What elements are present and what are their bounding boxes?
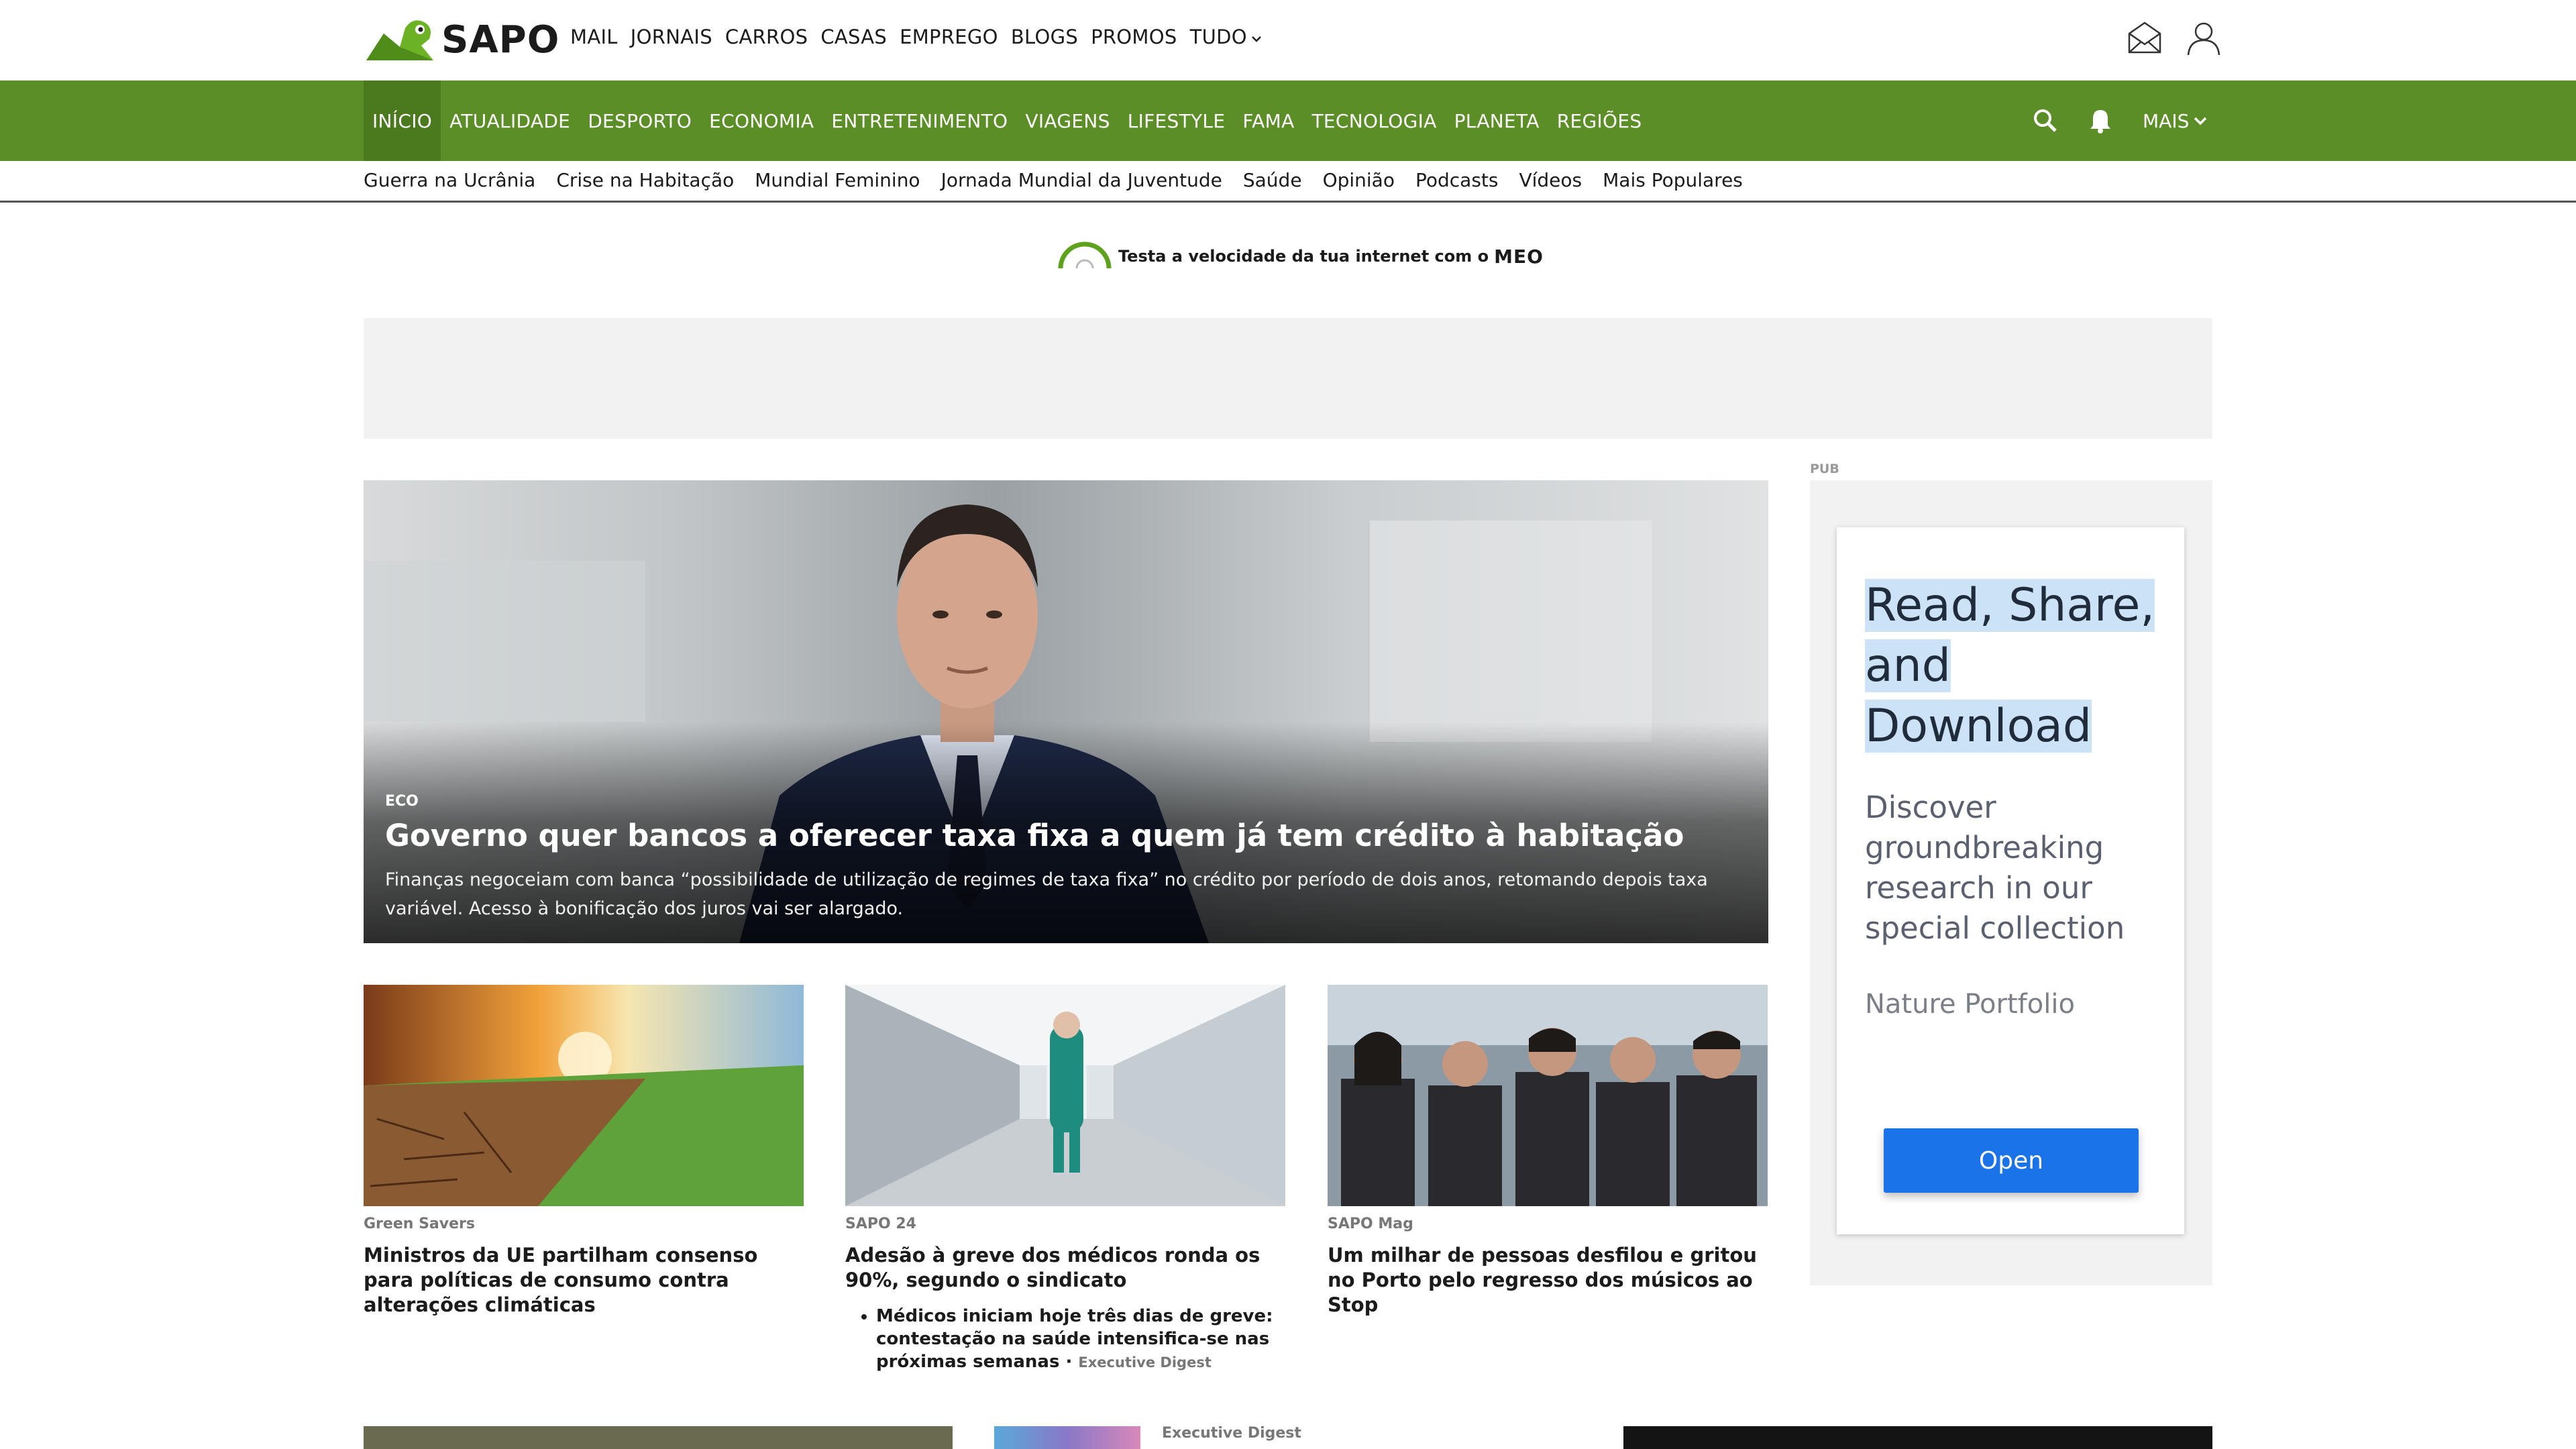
topic-link[interactable]: Saúde (1243, 169, 1302, 191)
search-icon[interactable] (2033, 108, 2058, 133)
card-title[interactable]: Ministros da UE partilham consenso para … (364, 1243, 804, 1318)
card-image-hospital[interactable] (845, 985, 1285, 1206)
topic-link[interactable]: Jornada Mundial da Juventude (941, 169, 1222, 191)
topnav-casas[interactable]: CASAS (820, 25, 887, 48)
topnav-emprego[interactable]: EMPREGO (900, 25, 998, 48)
ad-headline-text: Read, Share, and Download (1865, 579, 2155, 753)
ad-brand: Nature Portfolio (1865, 989, 2075, 1020)
hero-source[interactable]: ECO (385, 793, 419, 810)
speed-test-banner[interactable]: Testa a velocidade da tua internet com o… (1057, 241, 1544, 271)
topic-link[interactable]: Guerra na Ucrânia (364, 169, 535, 191)
top-icons (2127, 20, 2222, 56)
topic-link[interactable]: Vídeos (1519, 169, 1582, 191)
topnav-tudo[interactable]: TUDO (1190, 25, 1247, 48)
chevron-down-icon[interactable] (1250, 25, 1263, 48)
topic-link[interactable]: Crise na Habitação (556, 169, 734, 191)
sidebar-ad: Read, Share, and Download Discover groun… (1810, 480, 2212, 1285)
topic-link[interactable]: Opinião (1323, 169, 1395, 191)
nav-desporto[interactable]: DESPORTO (579, 80, 700, 161)
news-card[interactable]: SAPO 24 Adesão à greve dos médicos ronda… (845, 985, 1285, 1374)
topic-link[interactable]: Podcasts (1415, 169, 1499, 191)
bottom-card-source[interactable]: Executive Digest (1162, 1425, 1363, 1448)
card-title[interactable]: Adesão à greve dos médicos ronda os 90%,… (845, 1243, 1285, 1293)
top-nav: MAIL JORNAIS CARROS CASAS EMPREGO BLOGS … (570, 25, 1263, 48)
related-item[interactable]: Médicos iniciam hoje três dias de greve:… (876, 1305, 1285, 1374)
card-source[interactable]: Green Savers (364, 1216, 804, 1232)
topics-nav: Guerra na Ucrânia Crise na Habitação Mun… (0, 161, 2576, 203)
nav-lifestyle[interactable]: LIFESTYLE (1119, 80, 1234, 161)
nav-atualidade[interactable]: ATUALIDADE (441, 80, 579, 161)
nav-tecnologia[interactable]: TECNOLOGIA (1303, 80, 1446, 161)
nav-viagens[interactable]: VIAGENS (1016, 80, 1118, 161)
card-image-crowd[interactable] (1328, 985, 1768, 1206)
ad-subtext: Discover groundbreaking research in our … (1865, 790, 2125, 946)
bell-icon[interactable] (2089, 108, 2112, 133)
nav-inicio[interactable]: INÍCIO (364, 80, 441, 161)
related-text[interactable]: Médicos iniciam hoje três dias de greve:… (876, 1306, 1273, 1372)
more-menu[interactable]: MAIS (2143, 110, 2208, 132)
hero-article[interactable]: ECO Governo quer bancos a oferecer taxa … (364, 480, 1768, 943)
speedometer-icon (1058, 241, 1112, 269)
related-source[interactable]: Executive Digest (1078, 1354, 1211, 1371)
card-source[interactable]: SAPO Mag (1328, 1216, 1768, 1232)
ad-headline: Read, Share, and Download (1865, 576, 2167, 757)
nav-economia[interactable]: ECONOMIA (700, 80, 822, 161)
bottom-card-image[interactable] (364, 1426, 953, 1449)
main-nav: INÍCIO ATUALIDADE DESPORTO ECONOMIA ENTR… (0, 80, 2576, 161)
nav-regioes[interactable]: REGIÕES (1548, 80, 1651, 161)
sapo-frog-icon (366, 20, 433, 60)
topic-link[interactable]: Mais Populares (1603, 169, 1743, 191)
topic-link[interactable]: Mundial Feminino (755, 169, 920, 191)
ad-banner-top (364, 318, 2212, 439)
pub-label: PUB (1810, 462, 1839, 476)
user-icon[interactable] (2186, 20, 2222, 56)
topnav-jornais[interactable]: JORNAIS (631, 25, 712, 48)
news-card[interactable]: Green Savers Ministros da UE partilham c… (364, 985, 804, 1318)
climate-photo (364, 985, 804, 1206)
crowd-photo (1328, 985, 1768, 1206)
topnav-mail[interactable]: MAIL (570, 25, 618, 48)
nav-planeta[interactable]: PLANETA (1446, 80, 1548, 161)
more-label: MAIS (2143, 109, 2190, 132)
related-list: Médicos iniciam hoje três dias de greve:… (845, 1305, 1285, 1374)
nav-entretenimento[interactable]: ENTRETENIMENTO (822, 80, 1016, 161)
meo-logo: MEO (1494, 245, 1544, 268)
sapo-logo[interactable]: SAPO (364, 9, 559, 70)
mail-icon[interactable] (2127, 20, 2163, 56)
topnav-carros[interactable]: CARROS (725, 25, 808, 48)
bottom-card-image[interactable] (994, 1426, 1140, 1449)
chevron-down-icon (2194, 117, 2207, 125)
hospital-photo (845, 985, 1285, 1206)
news-card[interactable]: SAPO Mag Um milhar de pessoas desfilou e… (1328, 985, 1768, 1318)
ad-open-button[interactable]: Open (1884, 1128, 2139, 1193)
logo-text: SAPO (441, 17, 560, 62)
card-title[interactable]: Um milhar de pessoas desfilou e gritou n… (1328, 1243, 1768, 1318)
topnav-blogs[interactable]: BLOGS (1011, 25, 1078, 48)
nav-fama[interactable]: FAMA (1234, 80, 1303, 161)
topnav-promos[interactable]: PROMOS (1091, 25, 1177, 48)
top-bar: SAPO MAIL JORNAIS CARROS CASAS EMPREGO B… (0, 0, 2576, 80)
card-image-climate[interactable] (364, 985, 804, 1206)
hero-lede: Finanças negoceiam com banca “possibilid… (385, 869, 1708, 919)
ad-card[interactable]: Read, Share, and Download Discover groun… (1837, 527, 2184, 1234)
card-source[interactable]: SAPO 24 (845, 1216, 1285, 1232)
speed-test-text: Testa a velocidade da tua internet com o (1118, 247, 1489, 266)
hero-headline[interactable]: Governo quer bancos a oferecer taxa fixa… (385, 818, 1747, 853)
bottom-card-image[interactable] (1623, 1426, 2212, 1449)
